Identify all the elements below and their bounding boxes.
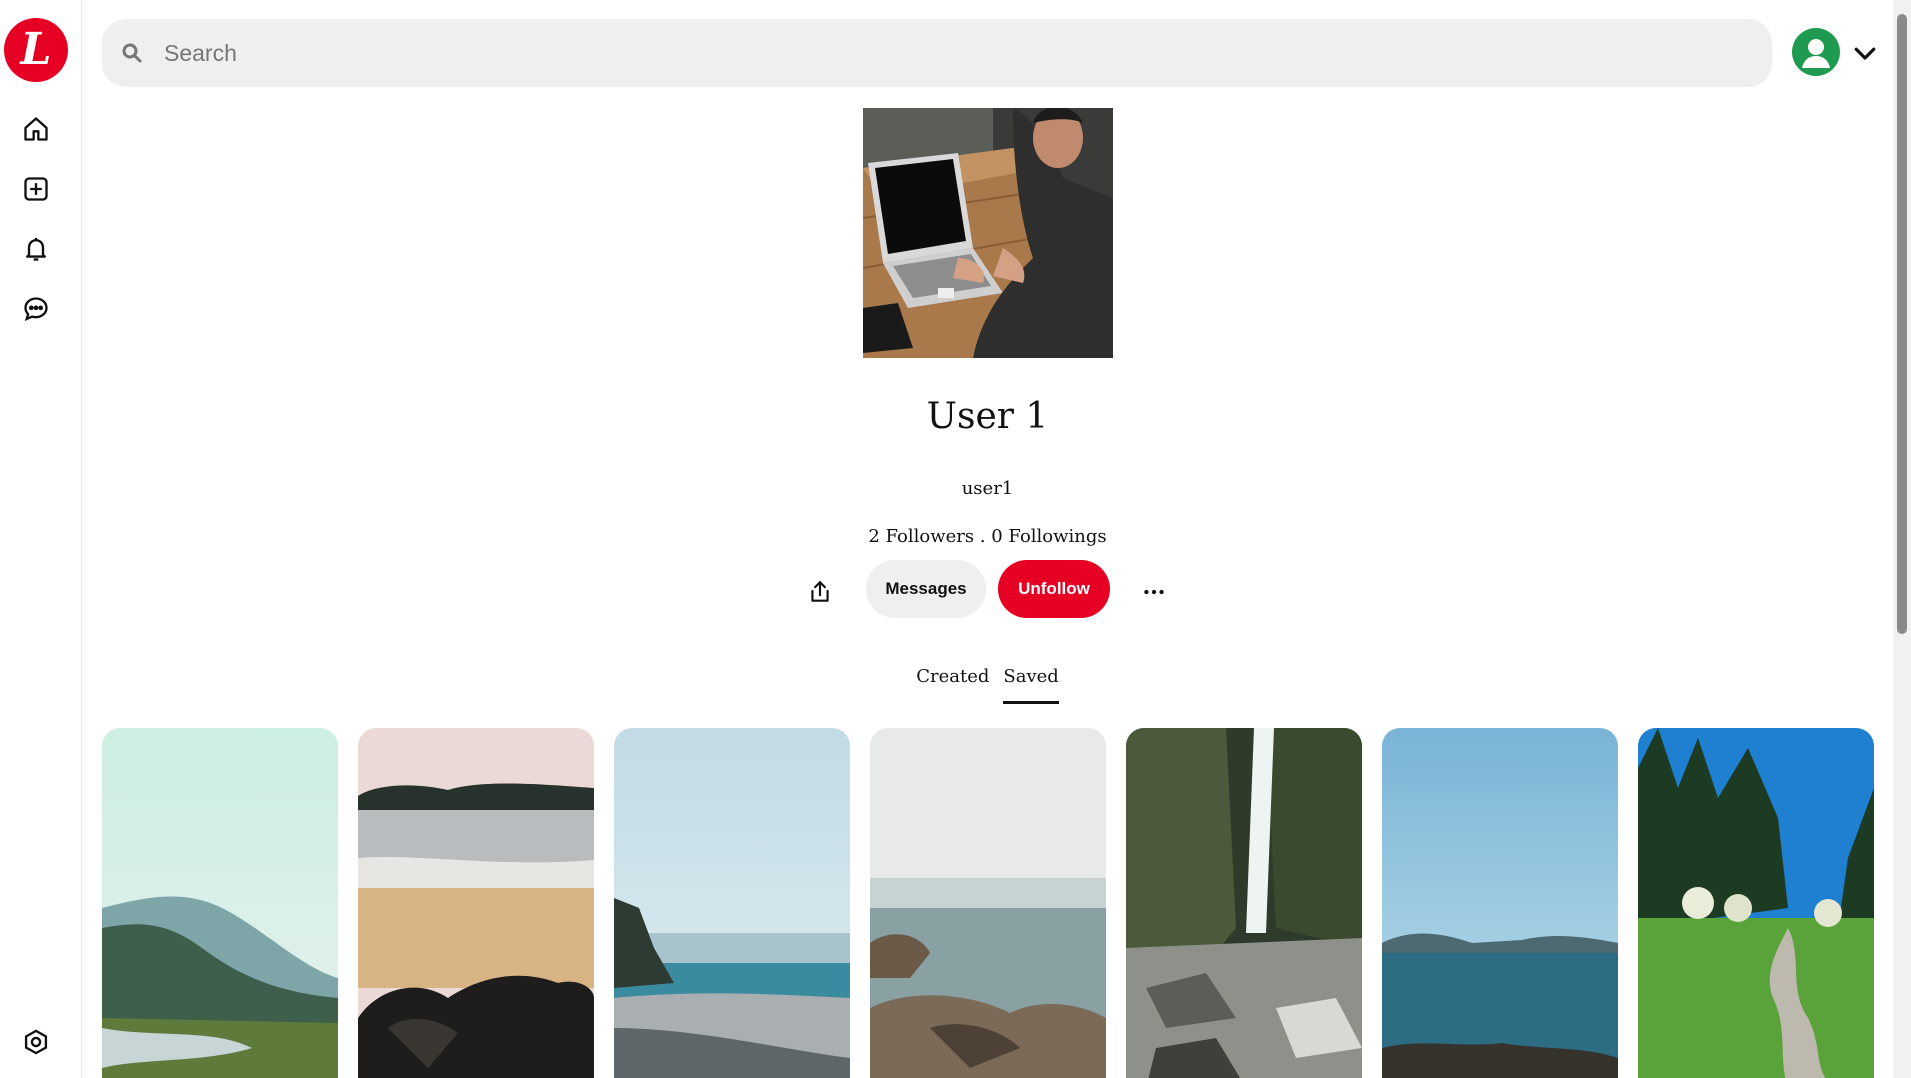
pin-card[interactable] — [614, 728, 850, 1078]
profile-tabs: Created Saved — [0, 666, 1911, 704]
share-icon — [811, 581, 829, 602]
create-icon — [24, 177, 48, 201]
pin-image — [870, 728, 1106, 1078]
pin-image — [614, 728, 850, 1078]
messages-button[interactable]: Messages — [866, 560, 986, 618]
home-icon — [24, 117, 48, 141]
pin-card[interactable] — [1638, 728, 1874, 1078]
user-avatar[interactable] — [1792, 28, 1840, 76]
tab-created[interactable]: Created — [916, 666, 989, 704]
profile-username: user1 — [961, 478, 1014, 499]
pin-image — [1382, 728, 1618, 1078]
app-logo[interactable]: L — [4, 18, 68, 82]
profile-name: User 1 — [926, 396, 1049, 437]
follow-stats: 2 Followers . 0 Followings — [868, 526, 1107, 547]
search-icon — [122, 43, 142, 63]
unfollow-button[interactable]: Unfollow — [998, 560, 1110, 618]
search-input[interactable] — [164, 19, 1744, 87]
user-avatar-icon — [1792, 28, 1840, 76]
pin-card[interactable] — [870, 728, 1106, 1078]
more-icon — [1144, 589, 1164, 595]
pin-image — [358, 728, 594, 1078]
search-bar — [102, 19, 1772, 87]
sidebar-item-create[interactable] — [18, 171, 54, 207]
sidebar-item-home[interactable] — [18, 111, 54, 147]
sidebar-item-settings[interactable] — [18, 1024, 54, 1060]
pin-card[interactable] — [102, 728, 338, 1078]
pin-image — [1638, 728, 1874, 1078]
pin-image — [1126, 728, 1362, 1078]
settings-icon — [24, 1029, 48, 1055]
more-options-button[interactable] — [1134, 572, 1174, 612]
sidebar-item-messages[interactable] — [18, 291, 54, 327]
sidebar-item-notifications[interactable] — [18, 231, 54, 267]
tab-saved[interactable]: Saved — [1003, 666, 1059, 704]
share-button[interactable] — [800, 572, 840, 612]
messages-icon — [24, 297, 48, 321]
pin-card[interactable] — [1126, 728, 1362, 1078]
pin-image — [102, 728, 338, 1078]
logo-letter: L — [20, 24, 52, 75]
pin-card[interactable] — [358, 728, 594, 1078]
chevron-down-icon[interactable] — [1850, 38, 1880, 68]
pin-card[interactable] — [1382, 728, 1618, 1078]
profile-photo — [863, 108, 1113, 358]
notifications-icon — [26, 237, 46, 261]
